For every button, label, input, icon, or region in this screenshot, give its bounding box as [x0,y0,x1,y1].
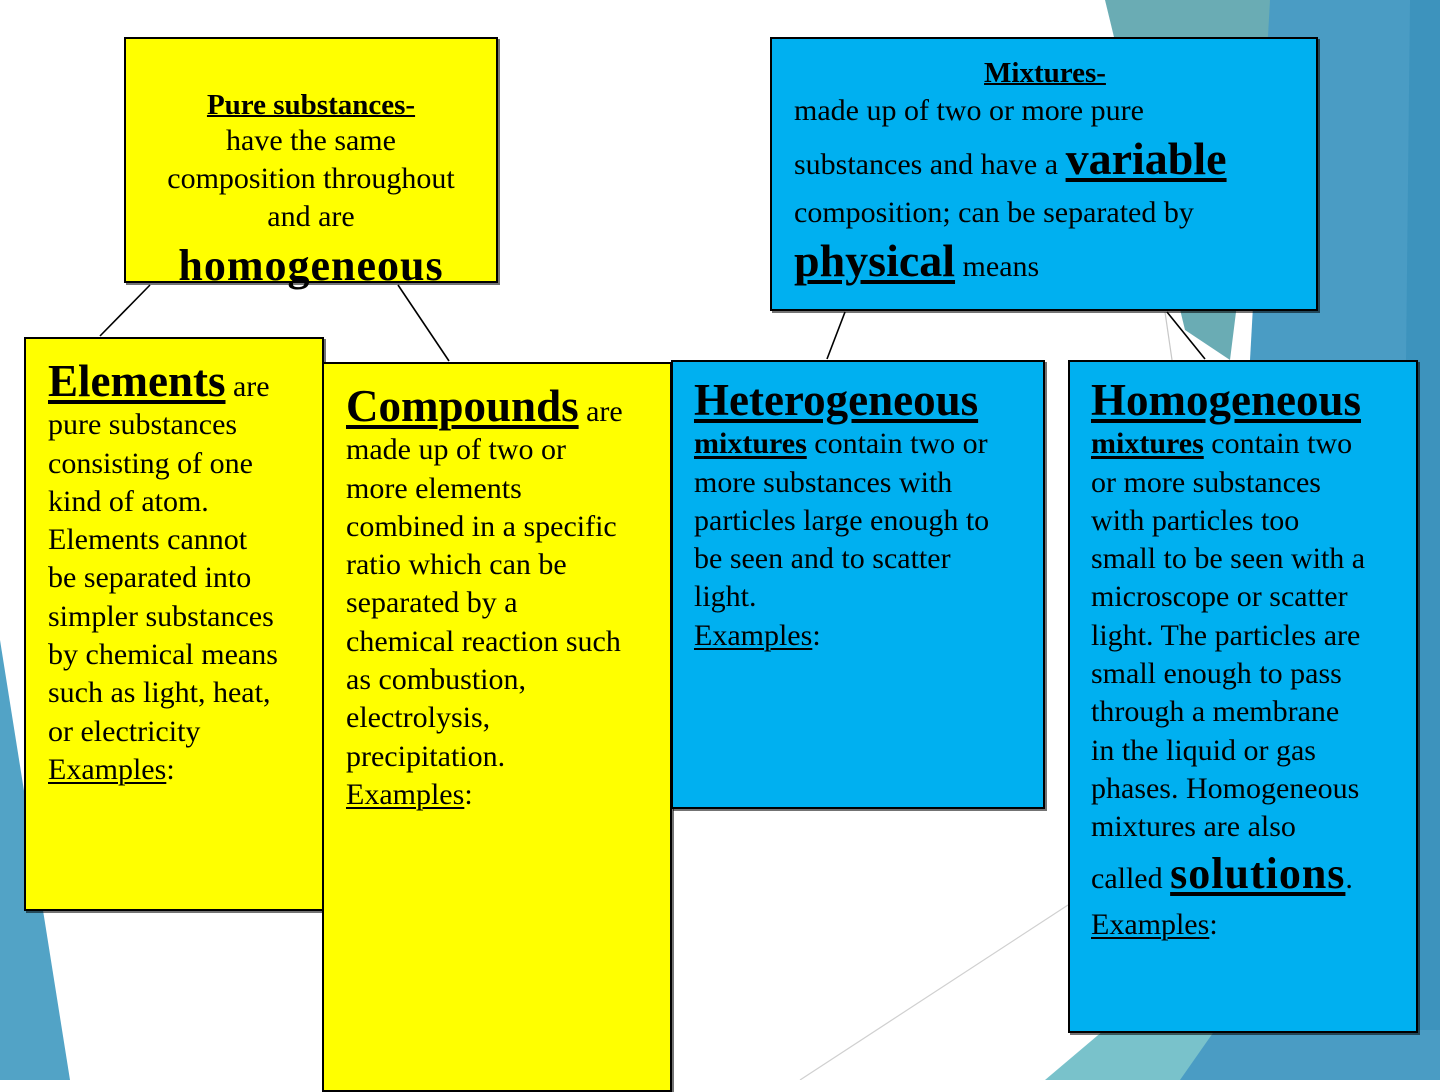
elements-body-line: Elements cannot [48,523,248,557]
heterogeneous-heading: Heterogeneous [694,375,979,425]
pure-substances-title: Pure substances- [206,89,416,121]
examples-label: Examples [1091,907,1210,941]
homogeneous-subheading: mixtures [1091,427,1204,461]
elements-heading-suffix: are [225,370,270,403]
heterogeneous-subheading-suffix: contain two or [806,427,988,461]
pure-substances-box: Pure substances- have the same compositi… [124,37,498,290]
heterogeneous-examples: Examples: [694,617,1039,655]
compounds-heading-suffix: are [578,395,623,428]
physical-emphasis: physical [794,235,956,286]
pure-substances-line: have the same [226,124,396,157]
homogeneous-body-line: microscope or scatter [1091,580,1348,614]
homogeneous-body-line: small to be seen with a [1091,542,1366,576]
heterogeneous-heading-line: Heterogeneous [694,376,1039,425]
compounds-heading-line: Compounds are [346,382,666,431]
examples-colon: : [166,752,175,786]
homogeneous-body-line: mixtures are also [1091,810,1296,844]
mixtures-box: Mixtures- made up of two or more pure su… [770,37,1318,311]
solutions-emphasis: solutions [1170,848,1346,898]
variable-emphasis: variable [1065,133,1227,184]
heterogeneous-body-line: particles large enough to [694,503,990,537]
compounds-body-line: as combustion, [346,663,526,697]
mixtures-line: physical means [794,232,1296,296]
heterogeneous-body-line: light. [694,580,757,614]
elements-body-line: or electricity [48,714,201,748]
examples-colon: : [1209,907,1218,941]
pure-substances-emphasis: homogeneous [178,241,444,290]
homogeneous-body-line: small enough to pass [1091,657,1342,691]
homogeneous-body-line: in the liquid or gas [1091,733,1316,767]
examples-colon: : [812,618,821,652]
homogeneous-subheading-line: mixtures contain two [1091,425,1412,463]
elements-body-line: kind of atom. [48,484,209,518]
elements-heading: Elements [48,356,226,406]
elements-body-line: such as light, heat, [48,676,271,710]
homogeneous-final-prefix: called [1091,861,1171,895]
pure-substances-line: composition throughout [167,162,455,195]
mixtures-line: substances and have a variable [794,130,1296,194]
homogeneous-body-line: phases. Homogeneous [1091,771,1360,805]
elements-body-line: by chemical means [48,638,278,672]
homogeneous-box: Homogeneous mixtures contain two or more… [1068,360,1418,1033]
homogeneous-body-line: or more substances [1091,465,1321,499]
mixtures-line: composition; can be separated by [794,196,1194,229]
elements-body-line: be separated into [48,561,252,595]
examples-colon: : [464,777,473,811]
mixtures-line: made up of two or more pure [794,94,1144,127]
pure-substances-line: and are [267,200,355,233]
mixtures-line-text: means [955,250,1040,283]
compounds-body-line: electrolysis, [346,701,491,735]
elements-body-line: consisting of one [48,446,253,480]
examples-label: Examples [48,752,167,786]
compounds-box: Compounds are made up of two or more ele… [322,362,672,1092]
homogeneous-heading: Homogeneous [1091,375,1361,425]
elements-heading-line: Elements are [48,357,316,406]
homogeneous-final-line: called solutions. [1091,847,1412,906]
mixtures-title: Mixtures- [984,57,1106,89]
examples-label: Examples [346,777,465,811]
compounds-body-line: chemical reaction such [346,624,621,658]
homogeneous-body-line: through a membrane [1091,695,1340,729]
compounds-examples: Examples: [346,776,666,814]
bottom-right-blue-facet [1180,1030,1440,1080]
heterogeneous-body-line: more substances with [694,465,953,499]
elements-body-line: pure substances [48,408,238,442]
compounds-body-line: combined in a specific [346,509,617,543]
mixtures-line-text: substances and have a [794,148,1066,181]
homogeneous-body-line: with particles too [1091,503,1300,537]
homogeneous-examples: Examples: [1091,906,1412,944]
heterogeneous-box: Heterogeneous mixtures contain two or mo… [671,360,1045,809]
examples-label: Examples [694,618,813,652]
homogeneous-heading-line: Homogeneous [1091,376,1412,425]
homogeneous-subheading-suffix: contain two [1203,427,1353,461]
compounds-body-line: precipitation. [346,739,506,773]
homogeneous-body-line: light. The particles are [1091,618,1361,652]
compounds-body-line: made up of two or [346,433,566,467]
heterogeneous-subheading: mixtures [694,427,807,461]
compounds-body-line: separated by a [346,586,518,620]
compounds-body-line: more elements [346,471,522,505]
elements-examples: Examples: [48,751,316,789]
elements-box: Elements are pure substances consisting … [24,337,324,911]
homogeneous-final-suffix: . [1345,861,1353,895]
compounds-heading: Compounds [346,381,579,431]
elements-body-line: simpler substances [48,599,274,633]
heterogeneous-subheading-line: mixtures contain two or [694,425,1039,463]
compounds-body-line: ratio which can be [346,548,567,582]
heterogeneous-body-line: be seen and to scatter [694,542,951,576]
